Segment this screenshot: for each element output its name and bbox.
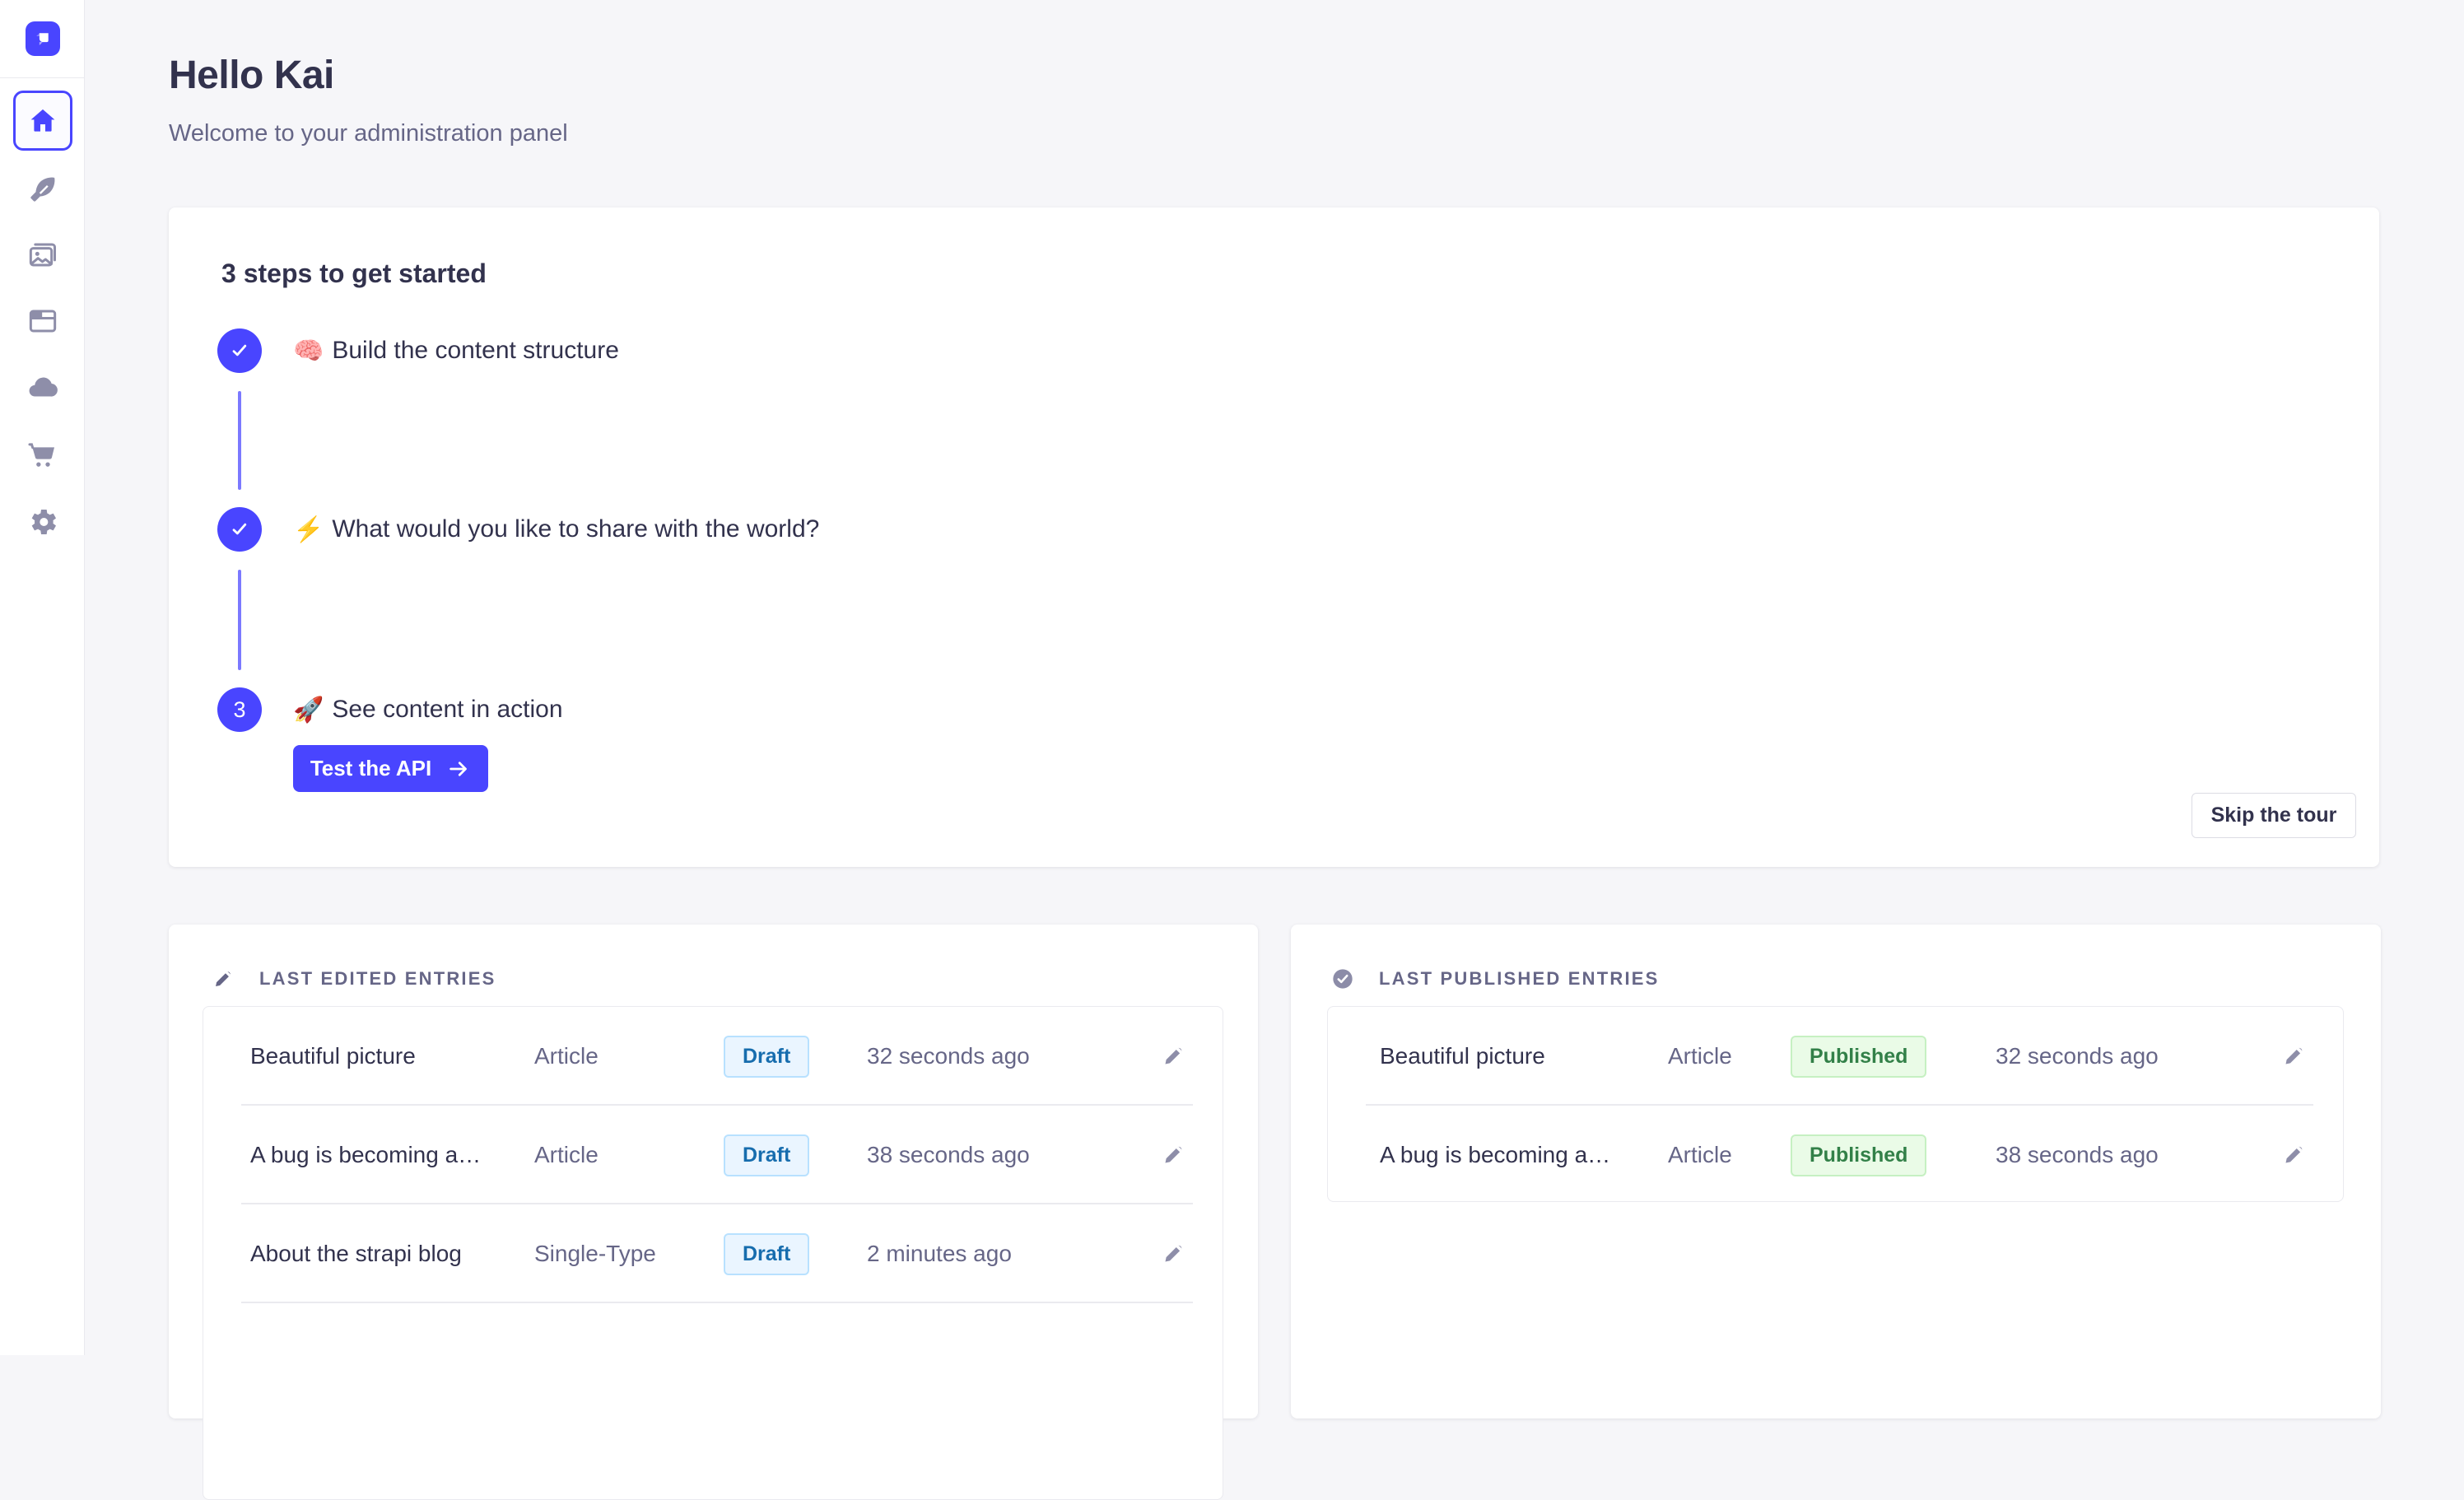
pencil-icon xyxy=(1162,1043,1186,1068)
table-row[interactable]: Beautiful picture Article Published 32 s… xyxy=(1328,1007,2343,1106)
entry-time: 2 minutes ago xyxy=(867,1241,1140,1267)
entry-time: 38 seconds ago xyxy=(1996,1142,2261,1168)
sidebar-item-cloud[interactable] xyxy=(0,370,85,403)
onboarding-title: 3 steps to get started xyxy=(221,259,487,289)
last-published-list: Beautiful picture Article Published 32 s… xyxy=(1327,1006,2344,1202)
sidebar-item-content-manager[interactable] xyxy=(0,173,85,206)
step-2-label: ⚡ What would you like to share with the … xyxy=(293,515,819,544)
step-3-number-circle: 3 xyxy=(217,687,262,732)
layout-icon xyxy=(26,305,59,338)
entry-name: Beautiful picture xyxy=(1380,1043,1668,1069)
home-icon xyxy=(27,105,58,137)
onboarding-card: 3 steps to get started 🧠 Build the conte… xyxy=(169,207,2379,867)
sidebar-item-settings[interactable] xyxy=(0,505,85,538)
status-badge: Published xyxy=(1791,1134,1926,1176)
edit-entry-button[interactable] xyxy=(2279,1139,2310,1172)
arrow-right-icon xyxy=(446,757,471,781)
entry-time: 32 seconds ago xyxy=(867,1043,1140,1069)
check-icon xyxy=(228,518,251,541)
sidebar-item-content-type-builder[interactable] xyxy=(0,305,85,338)
entry-name: About the strapi blog xyxy=(250,1241,534,1267)
step-2-check-circle xyxy=(217,507,262,552)
edit-entry-button[interactable] xyxy=(1158,1040,1190,1074)
entry-time: 32 seconds ago xyxy=(1996,1043,2261,1069)
table-row[interactable]: About the strapi blog Single-Type Draft … xyxy=(203,1204,1223,1303)
check-icon xyxy=(228,339,251,362)
last-edited-header: LAST EDITED ENTRIES xyxy=(212,967,496,990)
status-badge: Published xyxy=(1791,1036,1926,1078)
entry-time: 38 seconds ago xyxy=(867,1142,1140,1168)
step-1-check-circle xyxy=(217,328,262,373)
step-1-label: 🧠 Build the content structure xyxy=(293,337,619,366)
step-connector-2 xyxy=(238,570,241,670)
sidebar xyxy=(0,0,85,1355)
entry-type: Article xyxy=(534,1043,724,1069)
pictures-icon xyxy=(26,239,59,272)
onboarding-step-3: 3 🚀 See content in action xyxy=(217,687,563,732)
zap-emoji-icon: ⚡ xyxy=(293,515,324,544)
entry-name: A bug is becoming a… xyxy=(1380,1142,1668,1168)
last-edited-list: Beautiful picture Article Draft 32 secon… xyxy=(203,1006,1223,1500)
status-badge: Draft xyxy=(724,1134,809,1176)
pencil-icon xyxy=(1162,1142,1186,1167)
cloud-icon xyxy=(26,370,60,404)
pencil-icon xyxy=(1162,1241,1186,1265)
edit-entry-button[interactable] xyxy=(1158,1139,1190,1172)
last-edited-heading: LAST EDITED ENTRIES xyxy=(259,968,496,990)
entry-type: Article xyxy=(1668,1043,1791,1069)
pencil-icon xyxy=(212,967,235,990)
last-edited-card: LAST EDITED ENTRIES Beautiful picture Ar… xyxy=(169,925,1258,1418)
table-row[interactable]: A bug is becoming a… Article Published 3… xyxy=(1328,1106,2343,1202)
brain-emoji-icon: 🧠 xyxy=(293,337,324,366)
pencil-icon xyxy=(2282,1043,2307,1068)
last-published-heading: LAST PUBLISHED ENTRIES xyxy=(1379,968,1660,990)
table-row[interactable]: Beautiful picture Article Draft 32 secon… xyxy=(203,1007,1223,1106)
feather-icon xyxy=(26,173,59,206)
check-circle-icon xyxy=(1331,967,1354,990)
entry-type: Single-Type xyxy=(534,1241,724,1267)
sidebar-item-home[interactable] xyxy=(0,91,85,151)
admin-dashboard: Hello Kai Welcome to your administration… xyxy=(0,0,2464,1355)
table-row[interactable]: A bug is becoming a… Article Draft 38 se… xyxy=(203,1106,1223,1204)
last-published-card: LAST PUBLISHED ENTRIES Beautiful picture… xyxy=(1291,925,2381,1418)
sidebar-item-marketplace[interactable] xyxy=(0,439,85,472)
step-3-label: 🚀 See content in action xyxy=(293,696,563,724)
page-title: Hello Kai xyxy=(169,53,334,98)
page-subtitle: Welcome to your administration panel xyxy=(169,120,568,147)
rocket-emoji-icon: 🚀 xyxy=(293,696,324,724)
cart-icon xyxy=(26,439,59,472)
step-connector-1 xyxy=(238,391,241,490)
pencil-icon xyxy=(2282,1142,2307,1167)
entry-type: Article xyxy=(1668,1142,1791,1168)
strapi-logo[interactable] xyxy=(26,21,60,56)
sidebar-item-media-library[interactable] xyxy=(0,239,85,272)
last-published-header: LAST PUBLISHED ENTRIES xyxy=(1331,967,1660,990)
edit-entry-button[interactable] xyxy=(2279,1040,2310,1074)
status-badge: Draft xyxy=(724,1036,809,1078)
logo-container xyxy=(0,0,85,78)
onboarding-step-1: 🧠 Build the content structure xyxy=(217,328,619,373)
edit-entry-button[interactable] xyxy=(1158,1237,1190,1271)
onboarding-step-2: ⚡ What would you like to share with the … xyxy=(217,507,819,552)
status-badge: Draft xyxy=(724,1233,809,1275)
strapi-logo-icon xyxy=(32,28,54,49)
test-api-button[interactable]: Test the API xyxy=(293,745,488,792)
entry-type: Article xyxy=(534,1142,724,1168)
entry-name: Beautiful picture xyxy=(250,1043,534,1069)
entry-name: A bug is becoming a… xyxy=(250,1142,534,1168)
skip-tour-button[interactable]: Skip the tour xyxy=(2192,793,2356,838)
gear-icon xyxy=(26,505,59,538)
home-active-frame xyxy=(13,91,72,151)
